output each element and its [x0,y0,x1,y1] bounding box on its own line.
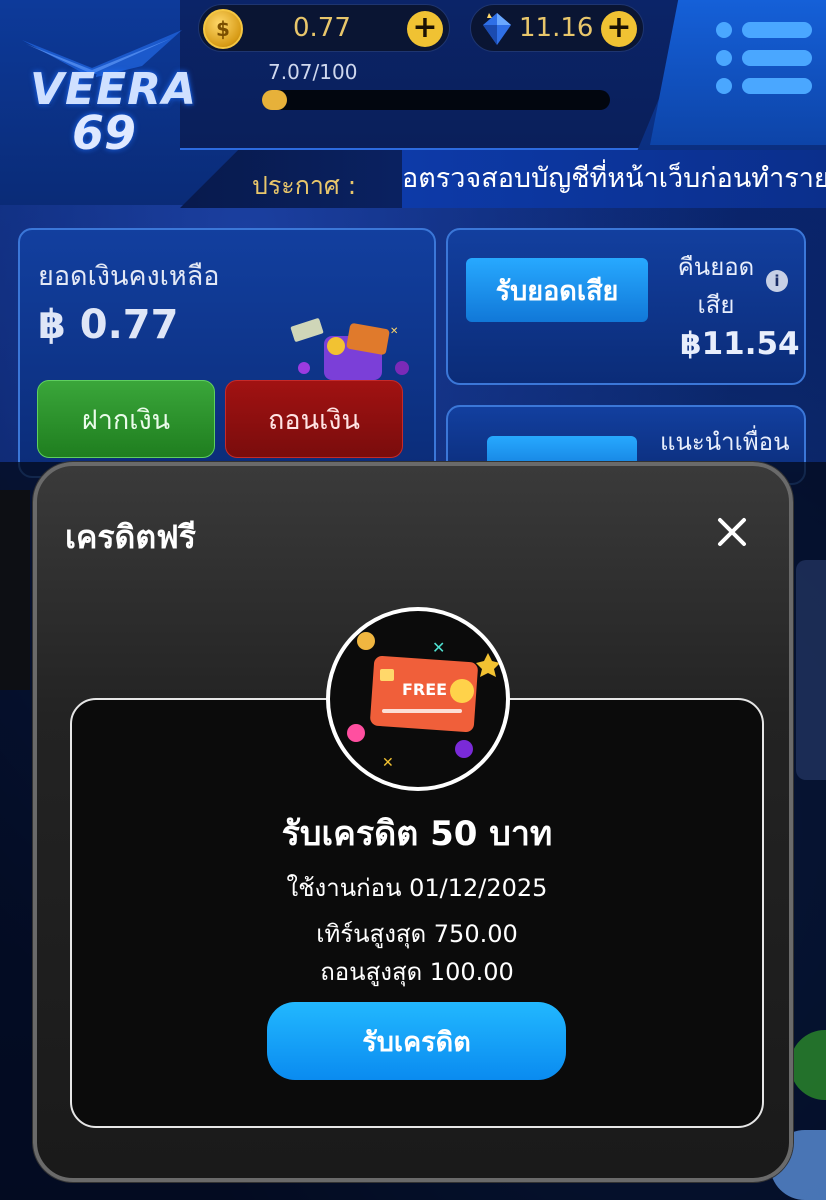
background-panel-left [0,490,30,690]
announcement-text: อตรวจสอบบัญชีที่หน้าเว็บก่อนทำรายการ [402,150,826,208]
balance-label: ยอดเงินคงเหลือ [38,261,220,292]
modal-title: เครดิตฟรี [65,518,196,556]
svg-text:✕: ✕ [432,638,445,657]
coin-balance-value: 0.77 [293,13,351,43]
cashback-label: คืนยอดเสีย [677,253,755,319]
level-progress-text: 7.07/100 [268,60,358,84]
logo-number: 69 [72,106,137,160]
gem-balance-pill: 11.16 + [470,4,644,52]
level-progress-fill [262,90,287,110]
credit-max-turnover: เทิร์นสูงสุด 750.00 [316,920,518,948]
free-credit-card-illustration: ✕ FREE ✕ [347,632,500,771]
gem-icon [483,13,511,45]
balance-value: ฿ 0.77 [38,302,179,348]
credit-expiry-text: ใช้งานก่อน 01/12/2025 [286,874,548,902]
announcement-label: ประกาศ : [252,171,357,200]
add-gem-button[interactable]: + [601,11,637,47]
background-panel-right [796,560,826,780]
coin-icon: $ [203,9,243,49]
svg-text:✕: ✕ [390,326,398,337]
gem-balance-value: 11.16 [519,13,594,43]
coin-balance-pill: $ 0.77 + [198,4,450,52]
claim-credit-button[interactable]: รับเครดิต [267,1002,566,1080]
free-credit-card-icon: ✕ FREE ✕ [326,607,510,791]
info-icon[interactable]: i [766,270,788,292]
svg-text:✕: ✕ [382,755,394,771]
hamburger-menu-icon[interactable] [716,18,812,98]
refer-friend-label: แนะนำเพื่อน [660,428,790,456]
site-logo[interactable]: VEERA 69 [22,28,196,160]
withdraw-button[interactable]: ถอนเงิน [225,380,403,458]
deposit-button[interactable]: ฝากเงิน [37,380,215,458]
credit-amount-heading: รับเครดิต 50 บาท [281,814,553,854]
wallet-icon: ✕ [290,318,409,380]
cashback-value: ฿11.54 [680,326,800,362]
credit-max-withdraw: ถอนสูงสุด 100.00 [320,958,514,986]
level-progress-bar [262,90,610,110]
claim-cashback-button[interactable]: รับยอดเสีย [466,258,648,322]
add-coin-button[interactable]: + [407,11,443,47]
free-card-badge: FREE [402,680,447,699]
close-icon[interactable] [712,512,752,552]
